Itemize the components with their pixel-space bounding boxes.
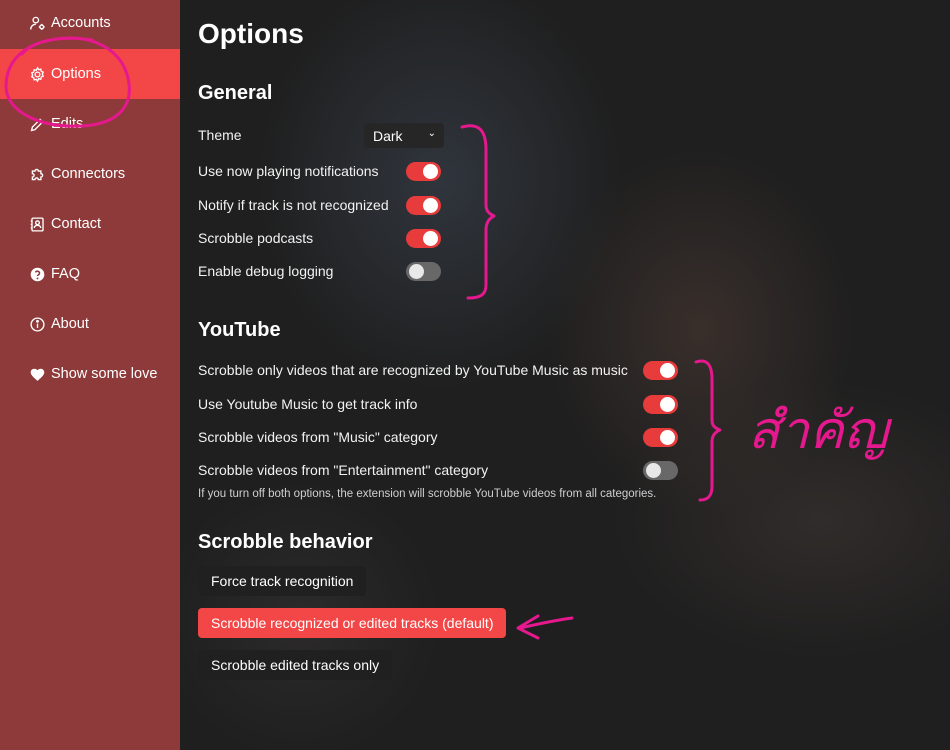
info-icon — [28, 315, 46, 333]
heart-icon — [28, 365, 46, 383]
section-title-general: General — [198, 82, 273, 104]
scrobble-podcasts-label: Scrobble podcasts — [198, 230, 314, 246]
music-category-label: Scrobble videos from "Music" category — [198, 429, 438, 445]
now-playing-toggle[interactable] — [406, 162, 441, 181]
sidebar-item-label: Connectors — [51, 166, 126, 182]
only-music-label: Scrobble only videos that are recognized… — [198, 362, 628, 378]
only-music-toggle[interactable] — [643, 361, 678, 380]
music-category-toggle[interactable] — [643, 428, 678, 447]
entertainment-category-label: Scrobble videos from "Entertainment" cat… — [198, 462, 489, 478]
notify-unrecognized-toggle[interactable] — [406, 196, 441, 215]
debug-logging-label: Enable debug logging — [198, 263, 334, 279]
section-title-youtube: YouTube — [198, 319, 281, 341]
chevron-down-icon: ⌄ — [427, 128, 436, 139]
sidebar-item-connectors[interactable]: Connectors — [0, 149, 180, 199]
sidebar-item-label: Show some love — [51, 366, 158, 382]
sidebar-item-label: Edits — [51, 116, 84, 132]
page-title: Options — [198, 18, 304, 49]
sidebar-item-edits[interactable]: Edits — [0, 99, 180, 149]
recognized-or-edited-option[interactable]: Scrobble recognized or edited tracks (de… — [198, 608, 507, 638]
sidebar-item-label: Options — [51, 66, 101, 82]
accounts-icon — [28, 14, 46, 32]
force-recognition-option[interactable]: Force track recognition — [198, 566, 367, 596]
sidebar-item-contact[interactable]: Contact — [0, 199, 180, 249]
theme-label: Theme — [198, 127, 242, 143]
debug-logging-toggle[interactable] — [406, 262, 441, 281]
sidebar-item-label: Accounts — [51, 15, 111, 31]
sidebar-item-label: FAQ — [51, 266, 81, 282]
pencil-icon — [28, 115, 46, 133]
sidebar: Accounts Options Edits Connectors Contac… — [0, 0, 180, 750]
theme-select[interactable]: Dark ⌄ — [364, 123, 444, 148]
puzzle-icon — [28, 165, 46, 183]
theme-select-value: Dark — [373, 127, 403, 144]
sidebar-item-options[interactable]: Options — [0, 49, 180, 99]
edited-only-option[interactable]: Scrobble edited tracks only — [198, 650, 393, 680]
sidebar-item-label: Contact — [51, 216, 101, 232]
use-ytm-toggle[interactable] — [643, 395, 678, 414]
scrobble-podcasts-toggle[interactable] — [406, 229, 441, 248]
now-playing-label: Use now playing notifications — [198, 163, 379, 179]
contact-card-icon — [28, 215, 46, 233]
notify-unrecognized-label: Notify if track is not recognized — [198, 197, 389, 213]
sidebar-item-label: About — [51, 316, 89, 332]
youtube-hint: If you turn off both options, the extens… — [198, 488, 657, 500]
question-circle-icon — [28, 265, 46, 283]
entertainment-category-toggle[interactable] — [643, 461, 678, 480]
use-ytm-label: Use Youtube Music to get track info — [198, 396, 418, 412]
sidebar-item-faq[interactable]: FAQ — [0, 249, 180, 299]
sidebar-item-about[interactable]: About — [0, 299, 180, 349]
gear-icon — [28, 65, 46, 83]
sidebar-item-show-some-love[interactable]: Show some love — [0, 349, 180, 399]
sidebar-item-accounts[interactable]: Accounts — [0, 0, 180, 46]
section-title-scrobble-behavior: Scrobble behavior — [198, 531, 373, 553]
